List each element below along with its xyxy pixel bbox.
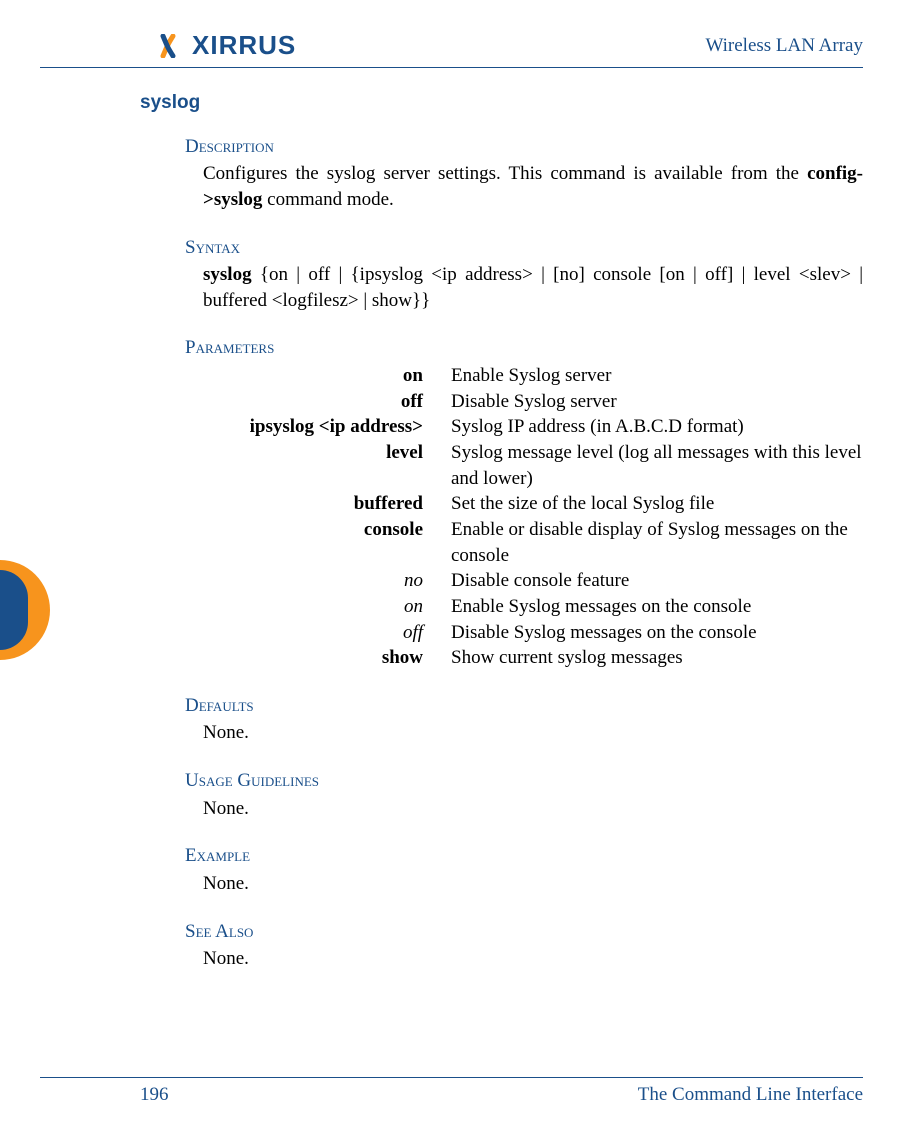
- syntax-cmd: syslog: [203, 264, 252, 285]
- page-footer: 196 The Command Line Interface: [40, 1077, 863, 1106]
- description-text-before: Configures the syslog server settings. T…: [203, 163, 807, 184]
- description-block: Description Configures the syslog server…: [185, 134, 863, 213]
- param-val: Enable Syslog messages on the console: [451, 594, 863, 620]
- seealso-label: See Also: [185, 919, 863, 945]
- param-val: Syslog message level (log all messages w…: [451, 440, 863, 491]
- param-key: level: [203, 440, 423, 491]
- parameters-block: Parameters on Enable Syslog server off Disa…: [185, 335, 863, 670]
- seealso-body: None.: [203, 946, 863, 972]
- description-label: Description: [185, 134, 863, 160]
- usage-label: Usage Guidelines: [185, 768, 863, 794]
- logo: XIRRUS: [160, 30, 296, 61]
- param-key: buffered: [203, 491, 423, 517]
- param-val: Enable Syslog server: [451, 363, 863, 389]
- side-tab-icon: [0, 560, 50, 660]
- syntax-body: syslog {on | off | {ipsyslog <ip address…: [203, 262, 863, 313]
- param-key: off: [203, 620, 423, 646]
- param-val: Disable Syslog server: [451, 389, 863, 415]
- parameters-table: on Enable Syslog server off Disable Syslog …: [203, 363, 863, 671]
- page-number: 196: [140, 1084, 169, 1106]
- param-key: no: [203, 568, 423, 594]
- example-block: Example None.: [185, 843, 863, 896]
- usage-block: Usage Guidelines None.: [185, 768, 863, 821]
- logo-text: XIRRUS: [192, 30, 296, 61]
- header-title: Wireless LAN Array: [705, 35, 863, 57]
- param-val: Syslog IP address (in A.B.C.D format): [451, 414, 863, 440]
- section-title: syslog: [140, 90, 863, 116]
- page-header: XIRRUS Wireless LAN Array: [40, 30, 863, 68]
- defaults-body: None.: [203, 720, 863, 746]
- param-key: show: [203, 645, 423, 671]
- xirrus-logo-icon: [160, 34, 190, 58]
- defaults-block: Defaults None.: [185, 693, 863, 746]
- seealso-block: See Also None.: [185, 919, 863, 972]
- param-val: Disable console feature: [451, 568, 863, 594]
- chapter-title: The Command Line Interface: [638, 1084, 863, 1106]
- syntax-rest: {on | off | {ipsyslog <ip address> | [no…: [203, 264, 863, 311]
- content-area: syslog Description Configures the syslog…: [40, 68, 863, 972]
- description-text-after: command mode.: [262, 189, 393, 210]
- usage-body: None.: [203, 796, 863, 822]
- description-body: Configures the syslog server settings. T…: [203, 161, 863, 212]
- param-key: on: [203, 594, 423, 620]
- parameters-label: Parameters: [185, 335, 863, 361]
- param-key: ipsyslog <ip address>: [203, 414, 423, 440]
- defaults-label: Defaults: [185, 693, 863, 719]
- param-val: Show current syslog messages: [451, 645, 863, 671]
- param-val: Set the size of the local Syslog file: [451, 491, 863, 517]
- param-val: Disable Syslog messages on the console: [451, 620, 863, 646]
- syntax-block: Syntax syslog {on | off | {ipsyslog <ip …: [185, 235, 863, 314]
- param-key: on: [203, 363, 423, 389]
- param-val: Enable or disable display of Syslog mess…: [451, 517, 863, 568]
- param-key: off: [203, 389, 423, 415]
- example-label: Example: [185, 843, 863, 869]
- syntax-label: Syntax: [185, 235, 863, 261]
- param-key: console: [203, 517, 423, 568]
- example-body: None.: [203, 871, 863, 897]
